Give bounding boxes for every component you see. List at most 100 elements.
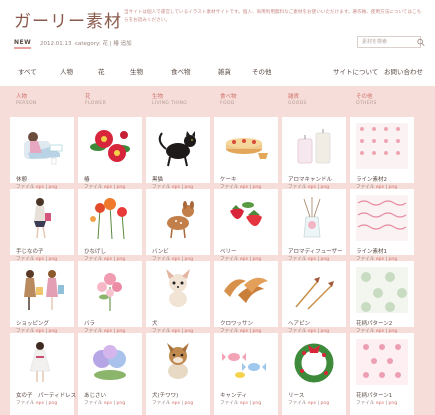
material-card[interactable]: 花柄パターン2 ファイル eps | png	[350, 261, 414, 334]
girl-walking-icon[interactable]	[16, 195, 68, 241]
nav-contact[interactable]: お問い合わせ	[384, 66, 423, 76]
woman-resting-icon[interactable]	[16, 123, 68, 169]
eps-link[interactable]: eps	[172, 401, 180, 406]
material-card[interactable]: ショッピング ファイル eps | png	[10, 261, 74, 334]
material-name[interactable]: アロマディフューザー	[288, 247, 343, 255]
png-link[interactable]: png	[388, 401, 397, 406]
material-card[interactable]: リース ファイル eps | png	[282, 333, 346, 415]
material-card[interactable]: 犬(チワワ) ファイル eps | png	[146, 333, 210, 415]
chihuahua-icon[interactable]	[152, 267, 204, 313]
news-category[interactable]: 花	[103, 41, 109, 47]
material-card[interactable]: ひなげし ファイル eps | png	[78, 189, 142, 262]
camellia-icon[interactable]	[84, 123, 136, 169]
eps-link[interactable]: eps	[308, 401, 316, 406]
floral-pattern-1-icon[interactable]	[356, 339, 408, 385]
material-card[interactable]: ケーキ ファイル eps | png	[214, 117, 278, 190]
category-heading-others[interactable]: その他 OTHERS	[356, 92, 416, 106]
news-item[interactable]: 椿 追加	[113, 41, 131, 47]
nav-person[interactable]: 人物	[60, 66, 73, 76]
search-icon[interactable]	[416, 38, 426, 47]
line-pattern-icon[interactable]	[356, 123, 408, 169]
material-card[interactable]: バラ ファイル eps | png	[78, 261, 142, 334]
material-card[interactable]: あじさい ファイル eps | png	[78, 333, 142, 415]
material-name[interactable]: アロマキャンドル	[288, 175, 332, 183]
material-card[interactable]: 花柄パターン1 ファイル eps | png	[350, 333, 414, 415]
poppy-icon[interactable]	[84, 195, 136, 241]
material-name[interactable]: あじさい	[84, 391, 106, 399]
material-name[interactable]: 犬(チワワ)	[152, 391, 178, 399]
eps-link[interactable]: eps	[104, 401, 112, 406]
hydrangea-icon[interactable]	[84, 339, 136, 385]
png-link[interactable]: png	[252, 401, 261, 406]
material-name[interactable]: ひなげし	[84, 247, 106, 255]
material-card[interactable]: ベリー ファイル eps | png	[214, 189, 278, 262]
material-name[interactable]: リース	[288, 391, 304, 399]
bambi-icon[interactable]	[152, 195, 204, 241]
material-card[interactable]: ライン素材2 ファイル eps | png	[350, 117, 414, 190]
png-link[interactable]: png	[184, 401, 193, 406]
material-name[interactable]: バラ	[84, 319, 95, 327]
party-dress-girl-icon[interactable]	[16, 339, 68, 385]
eps-link[interactable]: eps	[36, 401, 44, 406]
material-card[interactable]: 手じなの子 ファイル eps | png	[10, 189, 74, 262]
material-name[interactable]: ケーキ	[220, 175, 237, 183]
material-card[interactable]: ライン素材1 ファイル eps | png	[350, 189, 414, 262]
category-heading-person[interactable]: 人物 PERSON	[16, 92, 76, 106]
material-name[interactable]: ライン素材1	[356, 247, 387, 255]
wreath-icon[interactable]	[288, 339, 340, 385]
floral-pattern-2-icon[interactable]	[356, 267, 408, 313]
material-card[interactable]: アロマキャンドル ファイル eps | png	[282, 117, 346, 190]
material-name[interactable]: 犬	[152, 319, 158, 327]
croissant-icon[interactable]	[220, 267, 272, 313]
material-name[interactable]: 手じなの子	[16, 247, 44, 255]
material-name[interactable]: クロワッサン	[220, 319, 253, 327]
nav-flower[interactable]: 花	[98, 66, 105, 76]
category-heading-food[interactable]: 食べ物 FOOD	[220, 92, 280, 106]
material-name[interactable]: 椿	[84, 175, 90, 183]
material-name[interactable]: キャンディ	[220, 391, 247, 399]
material-card[interactable]: ヘアピン ファイル eps | png	[282, 261, 346, 334]
aroma-diffuser-icon[interactable]	[288, 195, 340, 241]
site-logo[interactable]: ガーリー素材	[14, 7, 122, 32]
png-link[interactable]: png	[116, 401, 125, 406]
material-card[interactable]: キャンディ ファイル eps | png	[214, 333, 278, 415]
material-name[interactable]: ライン素材2	[356, 175, 387, 183]
material-card[interactable]: 黒猫 ファイル eps | png	[146, 117, 210, 190]
nav-goods[interactable]: 雑貨	[218, 66, 231, 76]
black-cat-icon[interactable]	[152, 123, 204, 169]
nav-about[interactable]: サイトについて	[333, 66, 378, 76]
material-name[interactable]: 花柄パターン2	[356, 319, 392, 327]
material-card[interactable]: 椿ファイル eps | png	[78, 117, 142, 190]
material-name[interactable]: バンビ	[152, 247, 169, 255]
hairpin-icon[interactable]	[288, 267, 340, 313]
cake-icon[interactable]	[220, 123, 272, 169]
category-heading-flower[interactable]: 花 FLOWER	[85, 92, 145, 106]
material-card[interactable]: 犬ファイル eps | png	[146, 261, 210, 334]
eps-link[interactable]: eps	[376, 401, 384, 406]
rose-icon[interactable]	[84, 267, 136, 313]
material-name[interactable]: ベリー	[220, 247, 237, 255]
material-card[interactable]: 休憩 ファイル eps | png	[10, 117, 74, 190]
material-card[interactable]: クロワッサン ファイル eps | png	[214, 261, 278, 334]
shopping-girls-icon[interactable]	[16, 267, 68, 313]
material-name[interactable]: 黒猫	[152, 175, 163, 183]
material-name[interactable]: 女の子 パーティドレス	[16, 391, 76, 399]
material-name[interactable]: 休憩	[16, 175, 27, 183]
strawberry-icon[interactable]	[220, 195, 272, 241]
category-heading-goods[interactable]: 雑貨 GOODS	[288, 92, 348, 106]
category-heading-living-thing[interactable]: 生物 LIVING THING	[152, 92, 212, 106]
nav-living-thing[interactable]: 生物	[130, 66, 143, 76]
puppy-icon[interactable]	[152, 339, 204, 385]
material-name[interactable]: ヘアピン	[288, 319, 310, 327]
candy-icon[interactable]	[220, 339, 272, 385]
search-input[interactable]	[357, 36, 421, 48]
nav-others[interactable]: その他	[252, 66, 272, 76]
material-card[interactable]: アロマディフューザー ファイル eps | png	[282, 189, 346, 262]
material-card[interactable]: 女の子 パーティドレス ファイル eps | png	[10, 333, 76, 415]
material-name[interactable]: 花柄パターン1	[356, 391, 392, 399]
ribbon-line-icon[interactable]	[356, 195, 408, 241]
png-link[interactable]: png	[320, 401, 329, 406]
eps-link[interactable]: eps	[240, 401, 248, 406]
aroma-candle-icon[interactable]	[288, 123, 340, 169]
nav-all[interactable]: すべて	[18, 66, 37, 76]
